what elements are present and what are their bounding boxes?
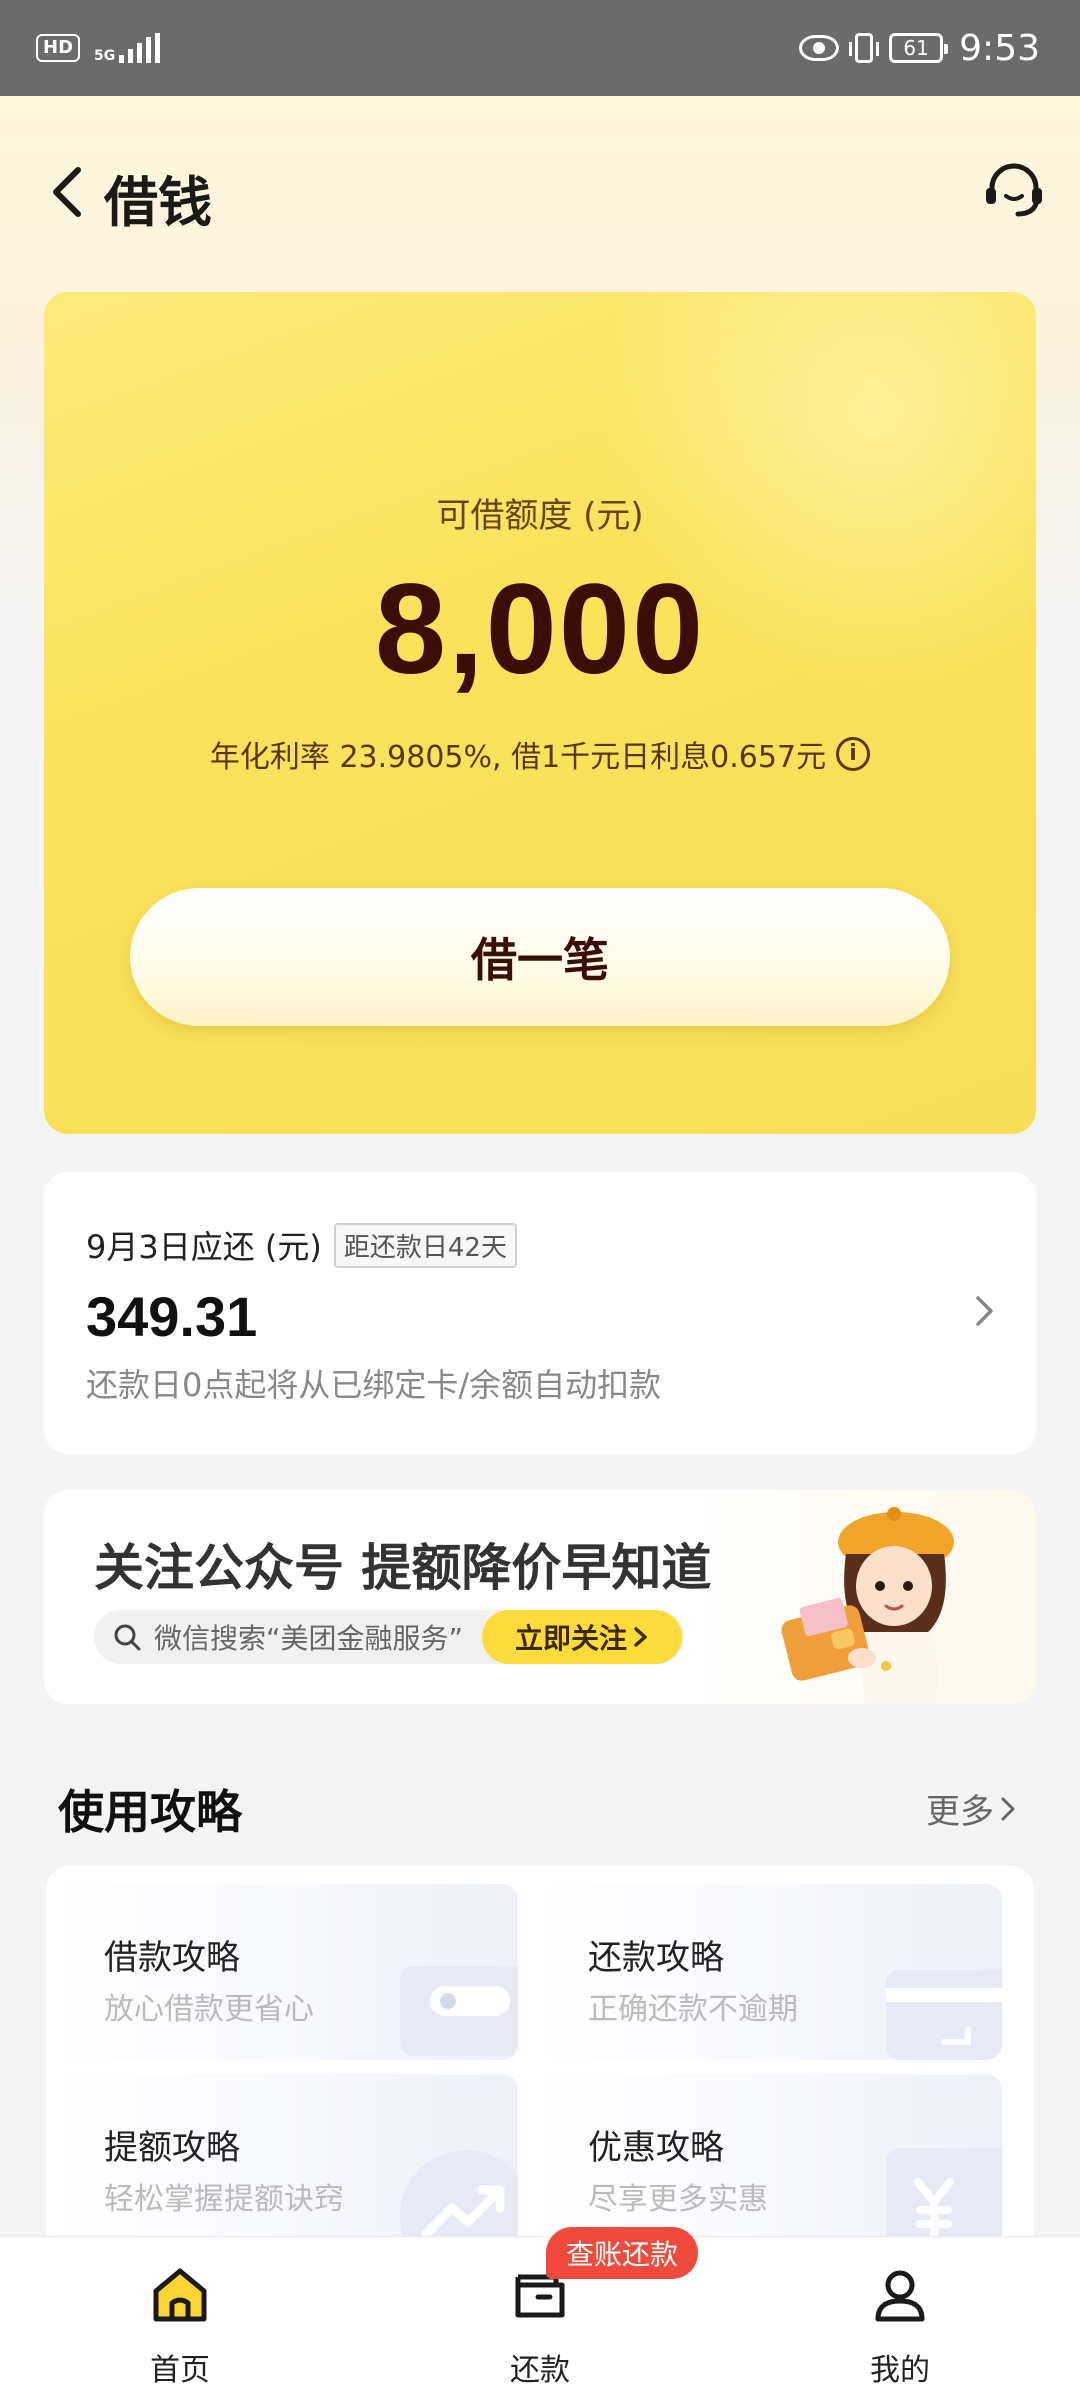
chevron-right-icon xyxy=(634,1627,647,1647)
banner-title: 关注公众号 提额降价早知道 xyxy=(94,1539,712,1597)
credit-limit-amount: 8,000 xyxy=(374,558,706,701)
battery-level: 61 xyxy=(903,36,929,60)
guide-more-label: 更多 xyxy=(926,1792,994,1832)
guide-tile-title: 还款攻略 xyxy=(588,1938,724,1978)
nav-label-home: 首页 xyxy=(150,2353,210,2388)
network-type: 5G xyxy=(94,48,116,64)
repayment-header: 9月3日应还 (元) 距还款日42天 xyxy=(86,1222,517,1268)
status-left: HD 5G xyxy=(36,33,161,64)
nav-item-repay[interactable]: 还款 xyxy=(470,2263,610,2389)
info-icon[interactable]: i xyxy=(836,737,871,771)
nav-label-mine: 我的 xyxy=(870,2353,930,2388)
back-arrow-icon[interactable] xyxy=(48,166,88,218)
trend-up-icon xyxy=(400,2150,518,2250)
check-bill-badge[interactable]: 查账还款 xyxy=(546,2227,699,2279)
guide-tile-subtitle: 正确还款不逾期 xyxy=(588,1992,798,2027)
guide-tile-subtitle: 尽享更多实惠 xyxy=(588,2182,768,2217)
search-icon xyxy=(114,1624,141,1651)
user-icon xyxy=(875,2270,925,2322)
card-icon xyxy=(886,1970,1002,2060)
customer-service-icon[interactable] xyxy=(982,158,1046,222)
credit-limit-card: 可借额度 (元) 8,000 年化利率 23.9805%, 借1千元日利息0.6… xyxy=(44,292,1036,1134)
interest-rate-text: 年化利率 23.9805%, 借1千元日利息0.657元 xyxy=(209,740,827,775)
mascot-girl-illustration xyxy=(781,1507,954,1704)
page-header: 借钱 xyxy=(0,96,1080,286)
guide-section-title: 使用攻略 xyxy=(58,1785,242,1839)
interest-rate-line: 年化利率 23.9805%, 借1千元日利息0.657元 i xyxy=(44,732,1036,776)
signal-indicator: 5G xyxy=(94,33,161,64)
home-icon xyxy=(153,2268,207,2322)
repayment-due-label: 9月3日应还 (元) xyxy=(86,1228,322,1266)
guide-tile-raise-limit[interactable]: 提额攻略 轻松掌握提额诀窍 xyxy=(46,2074,518,2250)
guide-tile-title: 提额攻略 xyxy=(104,2128,240,2168)
guide-tile-title: 优惠攻略 xyxy=(588,2128,724,2168)
wallet-icon xyxy=(400,1966,518,2056)
battery-icon: 61 xyxy=(889,33,949,63)
repayment-note: 还款日0点起将从已绑定卡/余额自动扣款 xyxy=(86,1366,662,1404)
credit-limit-label: 可借额度 (元) xyxy=(436,496,644,536)
clock: 9:53 xyxy=(959,27,1040,69)
guide-tile-borrow[interactable]: 借款攻略 放心借款更省心 xyxy=(46,1884,518,2060)
nav-item-home[interactable]: 首页 xyxy=(110,2263,250,2389)
guide-tile-title: 借款攻略 xyxy=(104,1938,240,1978)
page-title: 借钱 xyxy=(104,171,212,234)
guide-tile-discount[interactable]: 优惠攻略 尽享更多实惠 xyxy=(530,2074,1002,2250)
nav-item-mine[interactable]: 我的 xyxy=(830,2263,970,2389)
vibrate-icon xyxy=(849,33,880,63)
days-remaining-badge: 距还款日42天 xyxy=(333,1222,517,1268)
bottom-nav: 首页 还款 我的 查账还款 xyxy=(0,2227,1080,2400)
guide-tile-repay[interactable]: 还款攻略 正确还款不逾期 xyxy=(530,1884,1002,2060)
repayment-amount: 349.31 xyxy=(86,1285,258,1348)
follow-now-label: 立即关注 xyxy=(514,1622,627,1655)
chevron-right-icon xyxy=(976,1296,993,1326)
chevron-right-icon xyxy=(1001,1797,1015,1820)
status-bar: HD 5G 61 9:53 xyxy=(0,0,1080,96)
nav-label-repay: 还款 xyxy=(510,2353,570,2388)
borrow-button[interactable]: 借一笔 xyxy=(130,888,950,1026)
status-right: 61 9:53 xyxy=(799,28,1040,69)
guide-tile-subtitle: 轻松掌握提额诀窍 xyxy=(104,2182,344,2217)
follow-now-button[interactable]: 立即关注 xyxy=(482,1610,682,1664)
repayment-card[interactable]: 9月3日应还 (元) 距还款日42天 349.31 还款日0点起将从已绑定卡/余… xyxy=(44,1172,1036,1454)
coupon-icon xyxy=(886,2148,1002,2250)
guide-card: 借款攻略 放心借款更省心 还款攻略 正确还款不逾期 提额攻略 轻松掌握提额诀窍 … xyxy=(46,1866,1034,2266)
guide-more-link[interactable]: 更多 xyxy=(926,1784,1016,1833)
banner-search-text: 微信搜索“美团金融服务” xyxy=(154,1622,464,1655)
guide-tile-subtitle: 放心借款更省心 xyxy=(104,1992,314,2027)
follow-account-banner[interactable]: 关注公众号 提额降价早知道 微信搜索“美团金融服务” 立即关注 xyxy=(44,1490,1036,1704)
signal-bars-icon xyxy=(119,33,161,63)
eye-comfort-icon xyxy=(799,35,840,61)
hd-badge: HD xyxy=(36,34,81,62)
